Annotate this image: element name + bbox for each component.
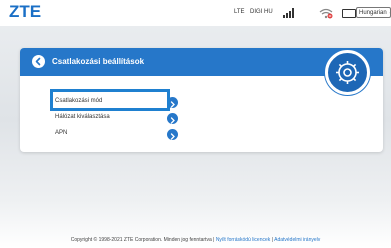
privacy-policy-link[interactable]: Adatvédelmi irányelv <box>274 237 320 243</box>
footer-separator: | <box>271 237 273 243</box>
chevron-right-icon[interactable] <box>167 129 178 140</box>
signal-strength-icon <box>283 8 297 18</box>
language-select[interactable]: Hungarian ⌄ <box>356 7 391 18</box>
settings-badge <box>325 50 370 95</box>
back-button[interactable] <box>32 55 45 68</box>
menu-item-label: Hálózat kiválasztása <box>55 114 110 120</box>
menu-item-network-selection[interactable]: Hálózat kiválasztása <box>55 112 190 124</box>
chevron-left-icon <box>35 57 41 66</box>
gear-icon <box>336 61 359 84</box>
copyright-text: Copyright © 1998-2021 ZTE Corporation. M… <box>70 237 212 243</box>
footer-separator: | <box>213 237 215 243</box>
panel-title: Csatlakozási beállítások <box>52 57 145 66</box>
menu-item-apn[interactable]: APN <box>55 128 190 140</box>
network-type-label: LTE <box>234 9 245 15</box>
operator-label: DIGI HU <box>250 9 273 15</box>
footer: Copyright © 1998-2021 ZTE Corporation. M… <box>0 237 391 243</box>
wifi-off-icon <box>319 8 333 19</box>
selection-highlight <box>50 89 170 111</box>
top-bar: ZTE LTE DIGI HU Hungarian ⌄ <box>0 0 391 26</box>
zte-logo[interactable]: ZTE <box>9 2 41 22</box>
menu-item-label: APN <box>55 130 68 136</box>
battery-icon <box>342 9 358 18</box>
open-source-licenses-link[interactable]: Nyílt forráskódú licencek <box>216 237 270 243</box>
language-select-value: Hungarian <box>359 10 387 16</box>
chevron-right-icon[interactable] <box>167 113 178 124</box>
